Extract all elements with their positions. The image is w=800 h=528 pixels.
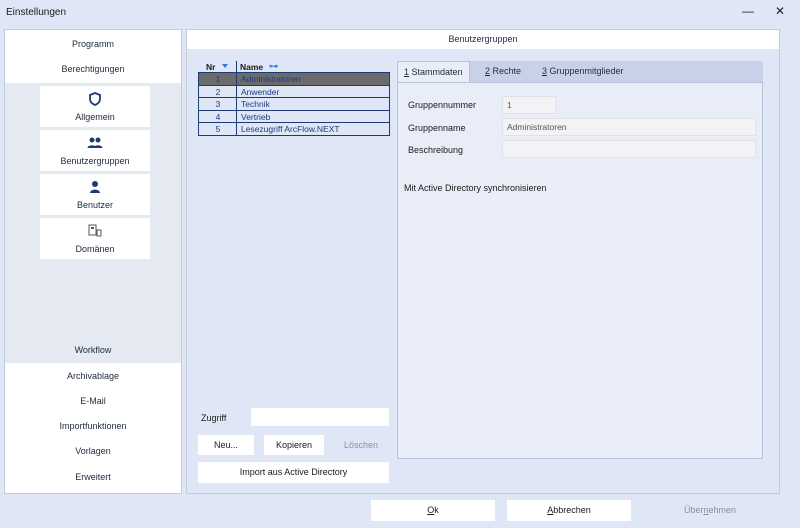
ad-sync-label[interactable]: Mit Active Directory synchronisieren [404,183,547,193]
row-name: Technik [241,99,270,110]
gruppennummer-field[interactable]: 1 [502,96,556,114]
column-header-name[interactable]: Name [240,62,263,72]
column-header-nr[interactable]: Nr [206,62,215,72]
column-divider [236,85,237,98]
page-title: Benutzergruppen [187,30,779,49]
title-bar: Einstellungen — ✕ [0,0,800,26]
main-panel: Benutzergruppen Nr Name ⊶ 1 Administrato… [186,29,780,494]
berechtigungen-subnav: Allgemein Benutzergruppen Benutzer Domän… [5,83,181,363]
subnav-item-benutzergruppen[interactable]: Benutzergruppen [40,130,150,171]
domain-icon [40,224,150,238]
cancel-label: bbrechen [553,505,591,515]
table-row[interactable]: 1 Administratoren [198,73,390,86]
column-divider [236,73,237,85]
table-row[interactable]: 3 Technik [198,98,390,111]
column-divider [236,110,237,123]
delete-button[interactable]: Löschen [333,435,389,455]
ok-button[interactable]: Ok [371,500,495,521]
subnav-item-allgemein[interactable]: Allgemein [40,86,150,127]
tab-stammdaten[interactable]: 1 Stammdaten [397,61,470,82]
row-name: Lesezugriff ArcFlow.NEXT [241,124,340,135]
zugriff-input[interactable] [251,408,389,426]
subnav-item-domaenen[interactable]: Domänen [40,218,150,259]
beschreibung-field[interactable] [502,140,756,158]
row-nr: 3 [215,99,221,110]
cancel-button[interactable]: Abbrechen [507,500,631,521]
gruppenname-field[interactable]: Administratoren [502,118,756,136]
key-icon: ⊶ [269,61,278,71]
close-button[interactable]: ✕ [770,4,790,20]
zugriff-label: Zugriff [201,413,227,423]
import-ad-button[interactable]: Import aus Active Directory [198,462,389,483]
window-title: Einstellungen [6,7,67,18]
tab-label: Gruppenmitglieder [547,66,624,76]
shield-icon [40,92,150,106]
copy-button[interactable]: Kopieren [264,435,324,455]
tab-label: Stammdaten [409,67,463,77]
settings-nav: Programm Berechtigungen Allgemein Benutz… [4,29,182,494]
table-row[interactable]: 2 Anwender [198,85,390,99]
users-icon [40,136,150,150]
gruppennummer-label: Gruppennummer [408,100,477,110]
table-row[interactable]: 4 Vertrieb [198,110,390,124]
apply-label-pre: Über [683,505,704,515]
apply-button[interactable]: Übernehmen [648,500,772,521]
nav-item-workflow[interactable]: Workflow [5,345,181,355]
user-icon [40,180,150,194]
subnav-label: Benutzergruppen [60,156,130,166]
row-name: Vertrieb [241,111,271,122]
row-nr: 4 [215,111,221,122]
table-header: Nr Name ⊶ [198,61,390,73]
column-divider [236,98,237,110]
apply-label-rest: ehmen [708,505,737,515]
column-divider [236,123,237,135]
row-nr: 2 [215,86,221,97]
gruppenname-label: Gruppenname [408,123,466,133]
nav-item-importfunktionen[interactable]: Importfunktionen [5,421,181,431]
minimize-button[interactable]: — [738,4,758,20]
tab-rechte[interactable]: 2 Rechte [479,61,527,82]
nav-item-erweitert[interactable]: Erweitert [5,472,181,482]
nav-item-vorlagen[interactable]: Vorlagen [5,446,181,456]
row-name: Anwender [241,86,280,97]
stammdaten-panel: Gruppennummer 1 Gruppenname Administrato… [397,82,763,459]
row-nr: 5 [215,124,221,135]
subnav-label: Allgemein [75,112,115,122]
table-row[interactable]: 5 Lesezugriff ArcFlow.NEXT [198,123,390,136]
subnav-item-benutzer[interactable]: Benutzer [40,174,150,215]
groups-table: Nr Name ⊶ 1 Administratoren 2 Anwender 3… [198,61,390,136]
tab-label: Rechte [490,66,522,76]
nav-item-email[interactable]: E-Mail [5,396,181,406]
nav-item-berechtigungen[interactable]: Berechtigungen [5,64,181,74]
new-button[interactable]: Neu... [198,435,254,455]
sort-descending-icon [222,64,228,68]
subnav-label: Benutzer [76,200,114,210]
tab-gruppenmitglieder[interactable]: 3 Gruppenmitglieder [536,61,630,82]
nav-item-programm[interactable]: Programm [5,39,181,49]
subnav-label: Domänen [75,244,115,254]
detail-tabs: 1 Stammdaten 2 Rechte 3 Gruppenmitgliede… [397,61,763,82]
beschreibung-label: Beschreibung [408,145,464,155]
column-divider [236,61,237,73]
row-name: Administratoren [241,74,301,84]
nav-item-archivablage[interactable]: Archivablage [5,371,181,381]
ok-label: k [434,505,439,515]
row-nr: 1 [215,74,221,84]
